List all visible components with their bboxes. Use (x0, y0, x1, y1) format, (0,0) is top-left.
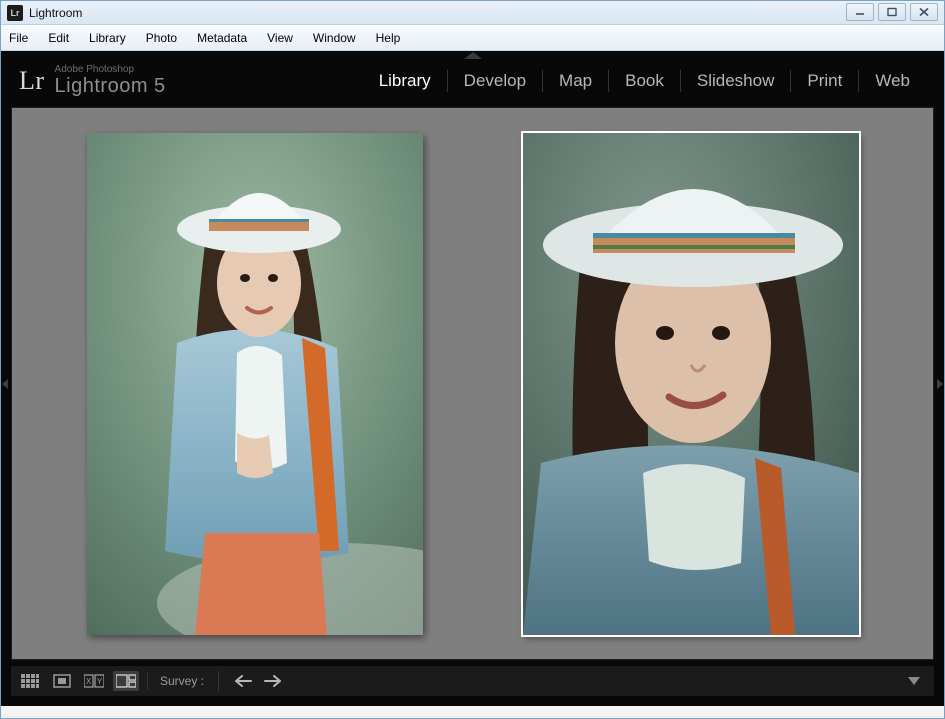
module-web[interactable]: Web (859, 71, 926, 91)
module-print[interactable]: Print (791, 71, 858, 91)
toolbar-separator (147, 672, 148, 690)
right-panel-toggle[interactable] (937, 373, 943, 395)
menu-window[interactable]: Window (313, 31, 356, 45)
prev-photo-button[interactable] (231, 672, 255, 690)
menu-metadata[interactable]: Metadata (197, 31, 247, 45)
menu-help[interactable]: Help (376, 31, 401, 45)
menu-file[interactable]: File (9, 31, 28, 45)
survey-thumb-1[interactable] (87, 133, 423, 635)
next-photo-button[interactable] (261, 672, 285, 690)
menu-view[interactable]: View (267, 31, 293, 45)
top-panel-toggle[interactable] (1, 51, 944, 59)
app-icon: Lr (7, 5, 23, 21)
identity-plate: Lr Adobe Photoshop Lightroom 5 (19, 65, 166, 97)
left-panel-toggle[interactable] (2, 373, 8, 395)
viewer-wrap (1, 107, 944, 666)
maximize-button[interactable] (878, 3, 906, 21)
below-window-area (1, 706, 944, 718)
window-titlebar: Lr Lightroom (1, 1, 944, 25)
library-toolbar: X Y Survey : (11, 666, 934, 696)
module-map[interactable]: Map (543, 71, 608, 91)
window-title: Lightroom (29, 6, 82, 20)
module-develop[interactable]: Develop (448, 71, 542, 91)
survey-view-button[interactable] (113, 671, 139, 691)
lightroom-app: Lr Adobe Photoshop Lightroom 5 Library D… (1, 51, 944, 706)
survey-thumb-2[interactable] (523, 133, 859, 635)
menu-edit[interactable]: Edit (48, 31, 69, 45)
grid-view-button[interactable] (17, 671, 43, 691)
minimize-button[interactable] (846, 3, 874, 21)
survey-viewer[interactable] (11, 107, 934, 660)
close-button[interactable] (910, 3, 938, 21)
compare-view-button[interactable]: X Y (81, 671, 107, 691)
logo-bottom-text: Lightroom 5 (55, 76, 166, 97)
module-library[interactable]: Library (363, 71, 447, 91)
module-picker: Library Develop Map Book Slideshow Print… (363, 70, 926, 92)
loupe-view-button[interactable] (49, 671, 75, 691)
menu-library[interactable]: Library (89, 31, 126, 45)
toolbar-disclosure-button[interactable] (904, 673, 924, 689)
toolbar-mode-label: Survey : (160, 674, 204, 688)
menu-photo[interactable]: Photo (146, 31, 177, 45)
identity-plate-bar: Lr Adobe Photoshop Lightroom 5 Library D… (1, 59, 944, 107)
toolbar-separator (218, 671, 219, 691)
chevron-up-icon (464, 52, 482, 59)
module-slideshow[interactable]: Slideshow (681, 71, 791, 91)
svg-text:X: X (86, 677, 92, 686)
svg-text:Y: Y (97, 677, 103, 686)
logo-mark: Lr (19, 66, 45, 96)
menu-bar: File Edit Library Photo Metadata View Wi… (1, 25, 944, 51)
module-book[interactable]: Book (609, 71, 680, 91)
window-frame: Lr Lightroom File Edit Library Photo Met… (0, 0, 945, 719)
